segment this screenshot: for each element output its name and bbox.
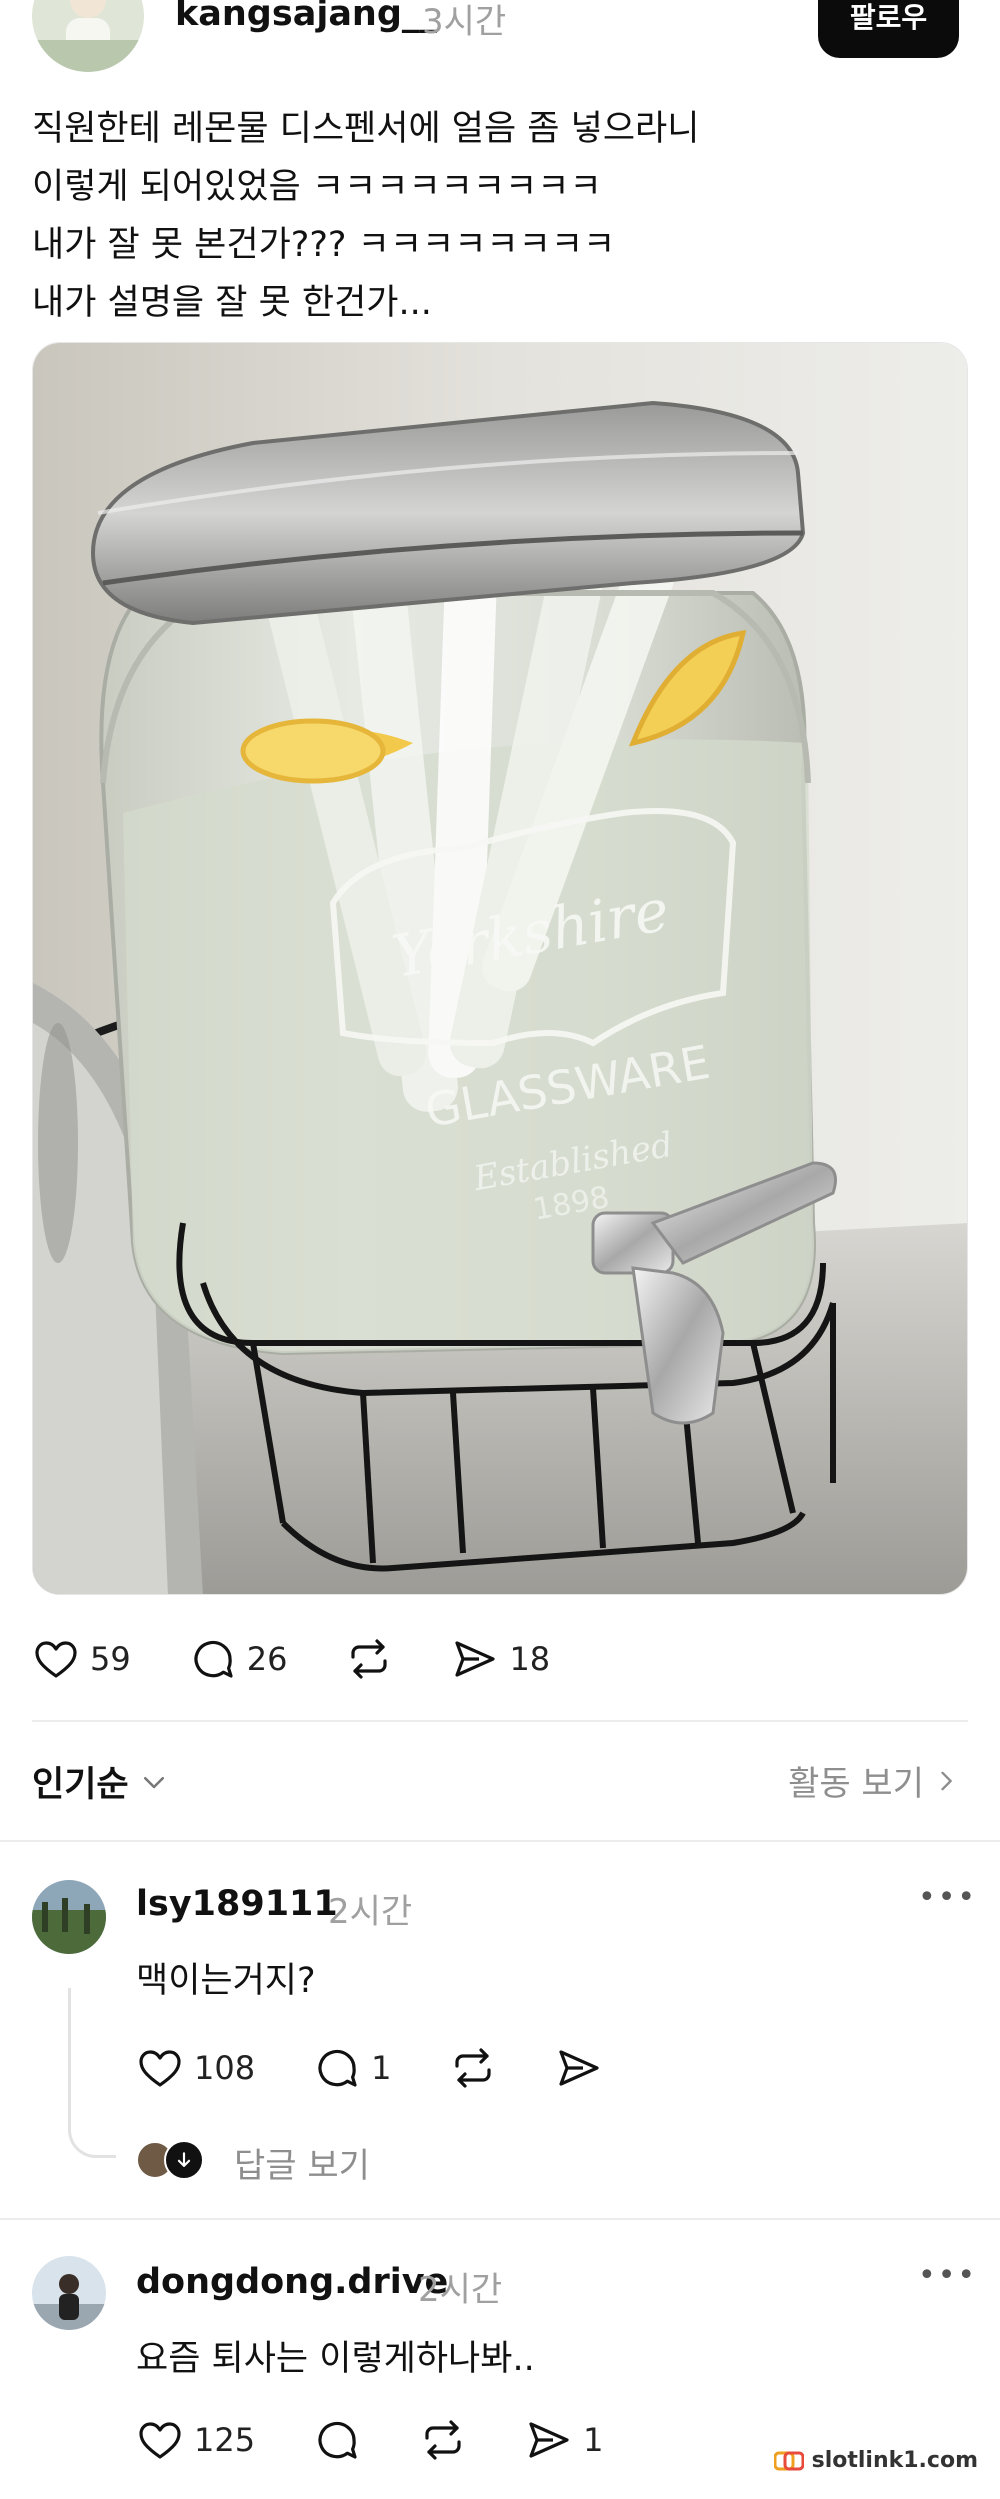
repost-icon: [345, 1635, 393, 1683]
chevron-right-icon: [932, 1767, 960, 1795]
comment-timestamp: 2시간: [418, 2270, 503, 2310]
repost-button[interactable]: [345, 1635, 393, 1683]
sort-label: 인기순: [32, 1765, 129, 1805]
comment-actions: 108 1: [136, 2044, 661, 2092]
ellipsis-icon: •••: [918, 1880, 978, 1915]
watermark: slotlink1.com: [773, 2448, 978, 2473]
post-author-username[interactable]: kangsajang__: [175, 0, 437, 34]
repost-icon: [419, 2416, 467, 2464]
comment-count: 26: [246, 1640, 288, 1678]
follow-button[interactable]: 팔로우: [818, 0, 959, 58]
send-icon: [555, 2044, 603, 2092]
chevron-down-icon: [139, 1767, 169, 1797]
post-text-line: 내가 설명을 잘 못 한건가...: [32, 283, 432, 323]
comment-username[interactable]: dongdong.drive: [136, 2262, 448, 2302]
sort-dropdown[interactable]: 인기순: [32, 1756, 169, 1807]
view-replies-link[interactable]: 답글 보기: [234, 2138, 370, 2187]
post-text-line: 내가 잘 못 본건가??? ㅋㅋㅋㅋㅋㅋㅋㅋ: [32, 225, 616, 265]
share-button[interactable]: 1: [525, 2416, 603, 2464]
heart-icon: [136, 2416, 184, 2464]
comment-text: 맥이는거지?: [136, 1961, 316, 2001]
ellipsis-icon: •••: [918, 2258, 978, 2293]
activity-label: 활동 보기: [788, 1764, 924, 1804]
reply-avatars[interactable]: [136, 2140, 204, 2180]
share-count: 18: [509, 1640, 551, 1678]
comment-avatar[interactable]: [32, 1880, 106, 1954]
view-activity-link[interactable]: 활동 보기: [788, 1756, 960, 1805]
post-body: 직원한테 레몬물 디스펜서에 얼음 좀 넣으라니 이렇게 되어있었음 ㅋㅋㅋㅋㅋ…: [32, 100, 962, 332]
speech-bubble-icon: [313, 2416, 361, 2464]
like-button[interactable]: 125: [136, 2416, 255, 2464]
like-button[interactable]: 108: [136, 2044, 255, 2092]
heart-icon: [136, 2044, 184, 2092]
comment-username[interactable]: lsy189111: [136, 1884, 338, 1924]
repost-button[interactable]: [449, 2044, 497, 2092]
post-actions: 59 26 18: [32, 1635, 608, 1683]
reply-button[interactable]: 1: [313, 2044, 391, 2092]
share-count: 1: [583, 2421, 604, 2459]
send-icon: [525, 2416, 573, 2464]
like-button[interactable]: 59: [32, 1635, 131, 1683]
reply-count: 1: [371, 2049, 392, 2087]
repost-button[interactable]: [419, 2416, 467, 2464]
divider: [0, 2218, 1000, 2220]
comment-button[interactable]: 26: [189, 1635, 288, 1683]
comment-text: 요즘 퇴사는 이렇게하나봐..: [136, 2339, 535, 2379]
share-button[interactable]: [555, 2044, 603, 2092]
send-icon: [451, 1635, 499, 1683]
like-count: 59: [90, 1640, 131, 1678]
speech-bubble-icon: [313, 2044, 361, 2092]
comment-actions: 125 1: [136, 2416, 661, 2464]
post-text-line: 이렇게 되어있었음 ㅋㅋㅋㅋㅋㅋㅋㅋㅋ: [32, 167, 602, 207]
thread-line: [68, 1988, 116, 2158]
arrow-down-icon: [164, 2140, 204, 2180]
post-text-line: 직원한테 레몬물 디스펜서에 얼음 좀 넣으라니: [32, 109, 700, 149]
post-timestamp: 3시간: [422, 2, 507, 42]
like-count: 125: [194, 2421, 256, 2459]
post-author-avatar[interactable]: [32, 0, 144, 72]
post-photo[interactable]: Yorkshire GLASSWARE Established 1898: [32, 342, 968, 1595]
share-button[interactable]: 18: [451, 1635, 550, 1683]
more-options-button[interactable]: •••: [918, 2258, 977, 2293]
watermark-text: slotlink1.com: [811, 2448, 978, 2473]
site-logo-icon: [773, 2450, 804, 2472]
more-options-button[interactable]: •••: [918, 1880, 977, 1915]
heart-icon: [32, 1635, 80, 1683]
divider: [0, 1840, 1000, 1842]
comment-timestamp: 2시간: [328, 1892, 413, 1932]
speech-bubble-icon: [189, 1635, 237, 1683]
repost-icon: [449, 2044, 497, 2092]
like-count: 108: [194, 2049, 256, 2087]
comment-avatar[interactable]: [32, 2256, 106, 2330]
divider: [32, 1720, 968, 1722]
reply-button[interactable]: [313, 2416, 361, 2464]
